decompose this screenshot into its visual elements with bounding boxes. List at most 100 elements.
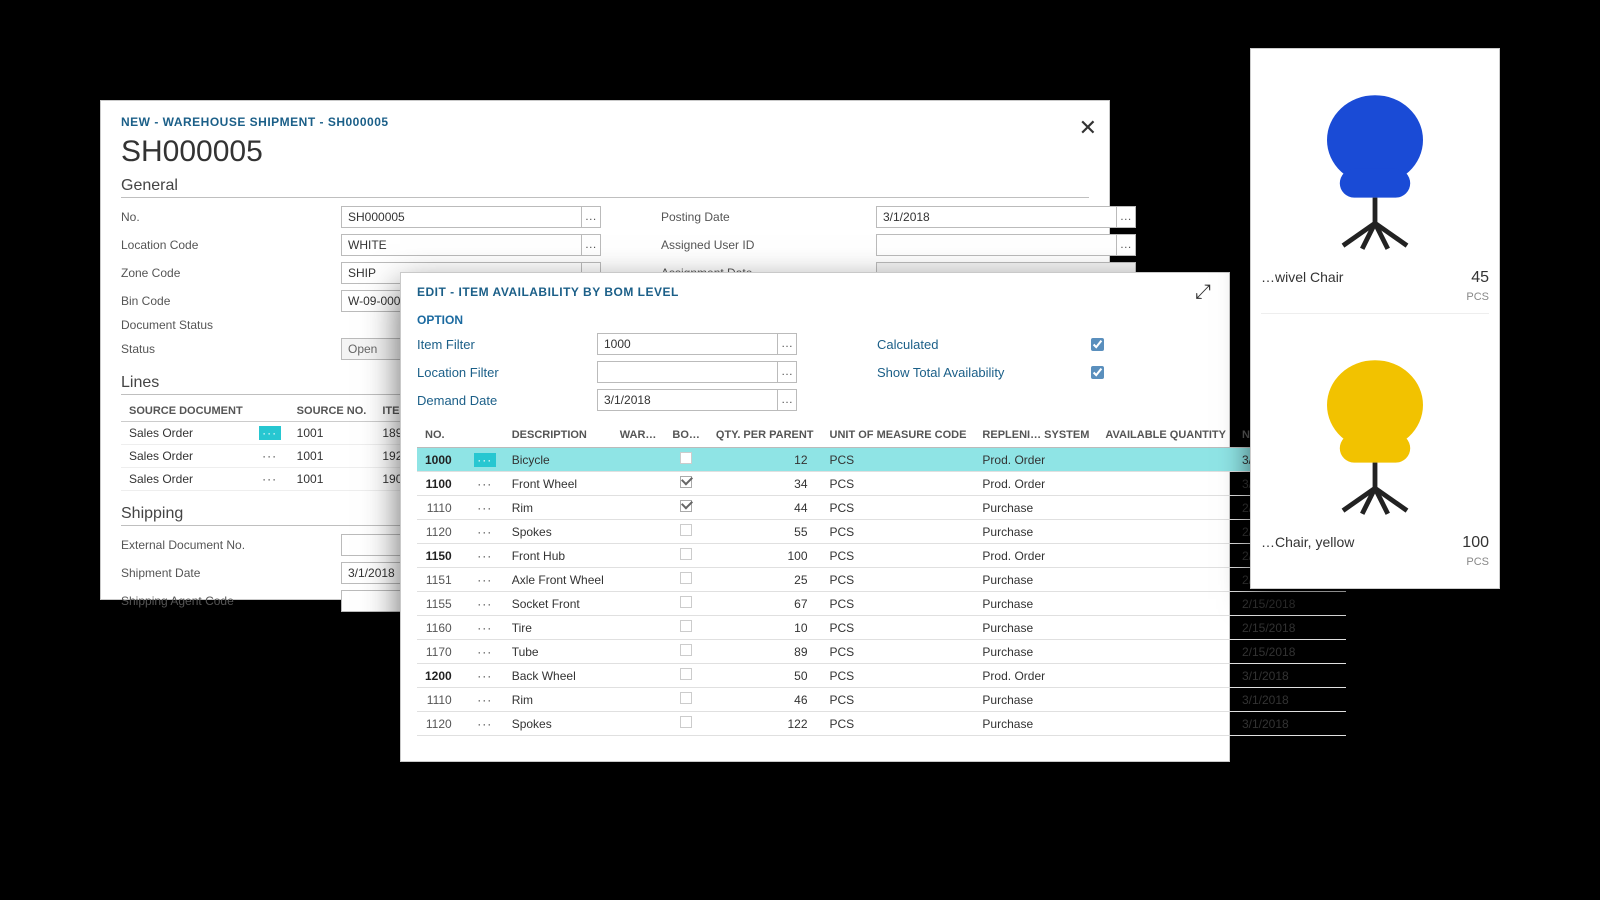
row-actions-icon[interactable]: ···: [474, 477, 496, 491]
expand-icon[interactable]: ⤢: [1195, 281, 1211, 304]
close-icon[interactable]: ✕: [1079, 115, 1097, 141]
table-row[interactable]: 1120···Spokes55PCSPurchase2/15/2018: [417, 520, 1346, 544]
demand-date-lookup-button[interactable]: …: [777, 389, 797, 411]
row-actions-icon[interactable]: ···: [474, 525, 496, 539]
row-actions-icon[interactable]: ···: [474, 693, 496, 707]
col-war[interactable]: WAR…: [612, 423, 665, 448]
bo-checkbox[interactable]: [680, 596, 692, 608]
bo-checkbox[interactable]: [680, 572, 692, 584]
item-filter-input[interactable]: [597, 333, 778, 355]
bo-checkbox[interactable]: [680, 716, 692, 728]
location-filter-lookup-button[interactable]: …: [777, 361, 797, 383]
cell-uom: PCS: [822, 712, 975, 736]
no-lookup-button[interactable]: …: [581, 206, 601, 228]
table-row[interactable]: 1100···Front Wheel34PCSProd. Order3/1/20…: [417, 472, 1346, 496]
bo-checkbox[interactable]: [680, 452, 692, 464]
item-filter-lookup-button[interactable]: …: [777, 333, 797, 355]
posting-date-lookup-button[interactable]: …: [1116, 206, 1136, 228]
external-doc-label: External Document No.: [121, 538, 331, 552]
table-row[interactable]: 1200···Back Wheel50PCSProd. Order3/1/201…: [417, 664, 1346, 688]
cell-uom: PCS: [822, 616, 975, 640]
table-row[interactable]: 1160···Tire10PCSPurchase2/15/2018: [417, 616, 1346, 640]
cell-bo: [664, 544, 708, 568]
product-name: …wivel Chair: [1261, 269, 1343, 303]
cell-repl: Prod. Order: [974, 664, 1097, 688]
product-card[interactable]: …Chair, yellow 100 PCS: [1261, 324, 1489, 578]
location-code-input[interactable]: [341, 234, 582, 256]
bo-checkbox[interactable]: [680, 644, 692, 656]
cell-war: [612, 640, 665, 664]
cell-avail: [1097, 664, 1234, 688]
table-row[interactable]: 1110···Rim46PCSPurchase3/1/2018: [417, 688, 1346, 712]
location-filter-label: Location Filter: [417, 365, 587, 380]
cell-description: Socket Front: [504, 592, 612, 616]
row-actions-icon[interactable]: ···: [474, 717, 496, 731]
col-bo[interactable]: BO…: [664, 423, 708, 448]
cell-bo: [664, 520, 708, 544]
cell-qty: 100: [708, 544, 822, 568]
table-row[interactable]: 1120···Spokes122PCSPurchase3/1/2018: [417, 712, 1346, 736]
section-general: General: [121, 177, 1089, 198]
cell-uom: PCS: [822, 472, 975, 496]
row-actions-icon[interactable]: ···: [259, 472, 281, 486]
col-no[interactable]: NO.: [417, 423, 466, 448]
table-row[interactable]: 1151···Axle Front Wheel25PCSPurchase2/15…: [417, 568, 1346, 592]
cell-bo: [664, 496, 708, 520]
cell-avail: [1097, 520, 1234, 544]
row-actions-icon[interactable]: ···: [474, 597, 496, 611]
cell-war: [612, 592, 665, 616]
posting-date-input[interactable]: [876, 206, 1117, 228]
bo-checkbox[interactable]: [680, 500, 692, 512]
table-row[interactable]: 1000···Bicycle12PCSProd. Order3/1/2018: [417, 448, 1346, 472]
item-filter-label: Item Filter: [417, 337, 587, 352]
row-actions-icon[interactable]: ···: [474, 669, 496, 683]
show-total-checkbox[interactable]: [1091, 366, 1104, 379]
product-card[interactable]: …wivel Chair 45 PCS: [1261, 59, 1489, 314]
calculated-checkbox[interactable]: [1091, 338, 1104, 351]
cell-war: [612, 664, 665, 688]
col-repl[interactable]: REPLENI… SYSTEM: [974, 423, 1097, 448]
col-uom[interactable]: UNIT OF MEASURE CODE: [822, 423, 975, 448]
bo-checkbox[interactable]: [680, 668, 692, 680]
cell-bo: [664, 616, 708, 640]
bo-checkbox[interactable]: [680, 620, 692, 632]
bo-checkbox[interactable]: [680, 692, 692, 704]
row-actions-icon[interactable]: ···: [259, 426, 281, 440]
bo-checkbox[interactable]: [680, 476, 692, 488]
col-source-document[interactable]: SOURCE DOCUMENT: [121, 401, 251, 422]
table-row[interactable]: 1150···Front Hub100PCSProd. Order2/15/20…: [417, 544, 1346, 568]
location-filter-input[interactable]: [597, 361, 778, 383]
demand-date-label: Demand Date: [417, 393, 587, 408]
location-lookup-button[interactable]: …: [581, 234, 601, 256]
row-actions-icon[interactable]: ···: [474, 501, 496, 515]
table-row[interactable]: 1155···Socket Front67PCSPurchase2/15/201…: [417, 592, 1346, 616]
row-actions-icon[interactable]: ···: [474, 573, 496, 587]
col-avail[interactable]: AVAILABLE QUANTITY: [1097, 423, 1234, 448]
assigned-user-lookup-button[interactable]: …: [1116, 234, 1136, 256]
bo-checkbox[interactable]: [680, 524, 692, 536]
cell-avail: [1097, 448, 1234, 472]
col-desc[interactable]: DESCRIPTION: [504, 423, 612, 448]
col-source-no[interactable]: SOURCE NO.: [289, 401, 375, 422]
table-row[interactable]: 1170···Tube89PCSPurchase2/15/2018: [417, 640, 1346, 664]
assigned-user-input[interactable]: [876, 234, 1117, 256]
window-title: NEW - WAREHOUSE SHIPMENT - SH000005: [121, 115, 1089, 129]
cell-avail: [1097, 496, 1234, 520]
row-actions-icon[interactable]: ···: [474, 621, 496, 635]
col-qty[interactable]: QTY. PER PARENT: [708, 423, 822, 448]
table-row[interactable]: 1110···Rim44PCSPurchase2/15/2018: [417, 496, 1346, 520]
cell-repl: Purchase: [974, 712, 1097, 736]
row-actions-icon[interactable]: ···: [474, 549, 496, 563]
cell-qty: 67: [708, 592, 822, 616]
product-unit: PCS: [1466, 291, 1489, 303]
bo-checkbox[interactable]: [680, 548, 692, 560]
row-actions-icon[interactable]: ···: [474, 645, 496, 659]
cell-description: Front Wheel: [504, 472, 612, 496]
row-actions-icon[interactable]: ···: [474, 453, 496, 467]
no-input[interactable]: [341, 206, 582, 228]
cell-repl: Purchase: [974, 520, 1097, 544]
demand-date-input[interactable]: [597, 389, 778, 411]
cell-no: 1100: [417, 472, 466, 496]
cell-source-no: 1001: [289, 422, 375, 445]
row-actions-icon[interactable]: ···: [259, 449, 281, 463]
